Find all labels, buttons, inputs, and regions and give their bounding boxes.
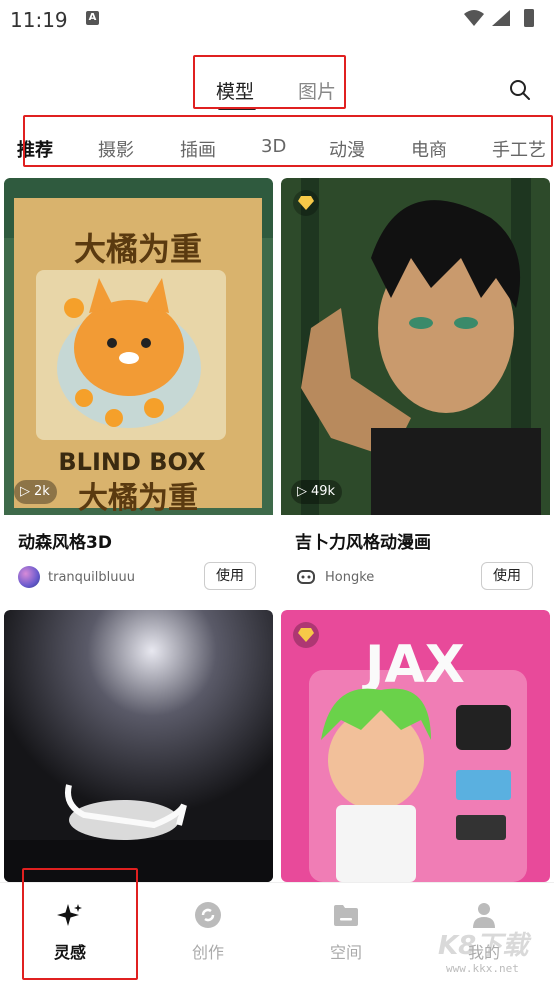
- card-image: JAX: [281, 610, 550, 882]
- nav-label: 空间: [329, 943, 362, 962]
- status-time: 11:19: [10, 8, 68, 32]
- box-label: BLIND BOX: [58, 448, 206, 476]
- play-count-badge: ▷ 2k: [14, 480, 57, 504]
- use-button[interactable]: 使用: [481, 562, 533, 590]
- annotation-box-nav: [22, 868, 138, 980]
- use-button[interactable]: 使用: [204, 562, 256, 590]
- model-card[interactable]: JAX: [281, 610, 550, 882]
- signal-icon: [492, 10, 510, 26]
- jax-title: JAX: [362, 635, 465, 695]
- vip-diamond-icon: [293, 190, 319, 216]
- card-image: 大橘为重 BLIND BOX 大橘为重: [4, 178, 273, 515]
- card-title: 吉卜力风格动漫画: [295, 533, 431, 553]
- watermark: K8下载: [438, 931, 529, 961]
- wifi-icon: [464, 10, 484, 26]
- vip-diamond-icon: [293, 622, 319, 648]
- card-image: [4, 610, 273, 882]
- battery-icon: [524, 9, 534, 27]
- author-name: Hongke: [325, 569, 375, 585]
- box-title-top: 大橘为重: [74, 230, 202, 268]
- play-icon: ▷: [20, 484, 30, 499]
- model-card[interactable]: [4, 610, 273, 882]
- box-title-bottom: 大橘为重: [78, 481, 198, 515]
- avatar: [18, 566, 40, 588]
- create-icon: [195, 902, 221, 928]
- model-card[interactable]: ▷ 49k 吉卜力风格动漫画 Hongke 使用: [281, 178, 550, 602]
- card-title: 动森风格3D: [18, 533, 112, 553]
- watermark-url: www.kkx.net: [446, 962, 519, 975]
- nav-label: 创作: [191, 943, 224, 962]
- card-author[interactable]: tranquilbluuu: [18, 566, 135, 588]
- play-count-badge: ▷ 49k: [291, 480, 343, 504]
- annotation-box-tabs: [193, 55, 346, 109]
- author-name: tranquilbluuu: [48, 569, 135, 585]
- card-image: [281, 178, 550, 515]
- status-bar: 11:19 A: [0, 0, 554, 40]
- folder-icon: [334, 905, 358, 926]
- card-author[interactable]: Hongke: [295, 566, 374, 588]
- status-icons: [464, 9, 534, 27]
- annotation-box-categories: [23, 115, 553, 167]
- avatar: [297, 570, 315, 584]
- notification-icon: A: [86, 11, 99, 25]
- nav-create[interactable]: 创作: [168, 901, 248, 963]
- play-count: 49k: [311, 484, 336, 499]
- play-count: 2k: [34, 484, 50, 499]
- search-icon[interactable]: [508, 78, 532, 102]
- model-card[interactable]: 大橘为重 BLIND BOX 大橘为重 ▷ 2k 动森风格3D tranquil…: [4, 178, 273, 602]
- nav-space[interactable]: 空间: [306, 901, 386, 963]
- play-icon: ▷: [297, 484, 307, 499]
